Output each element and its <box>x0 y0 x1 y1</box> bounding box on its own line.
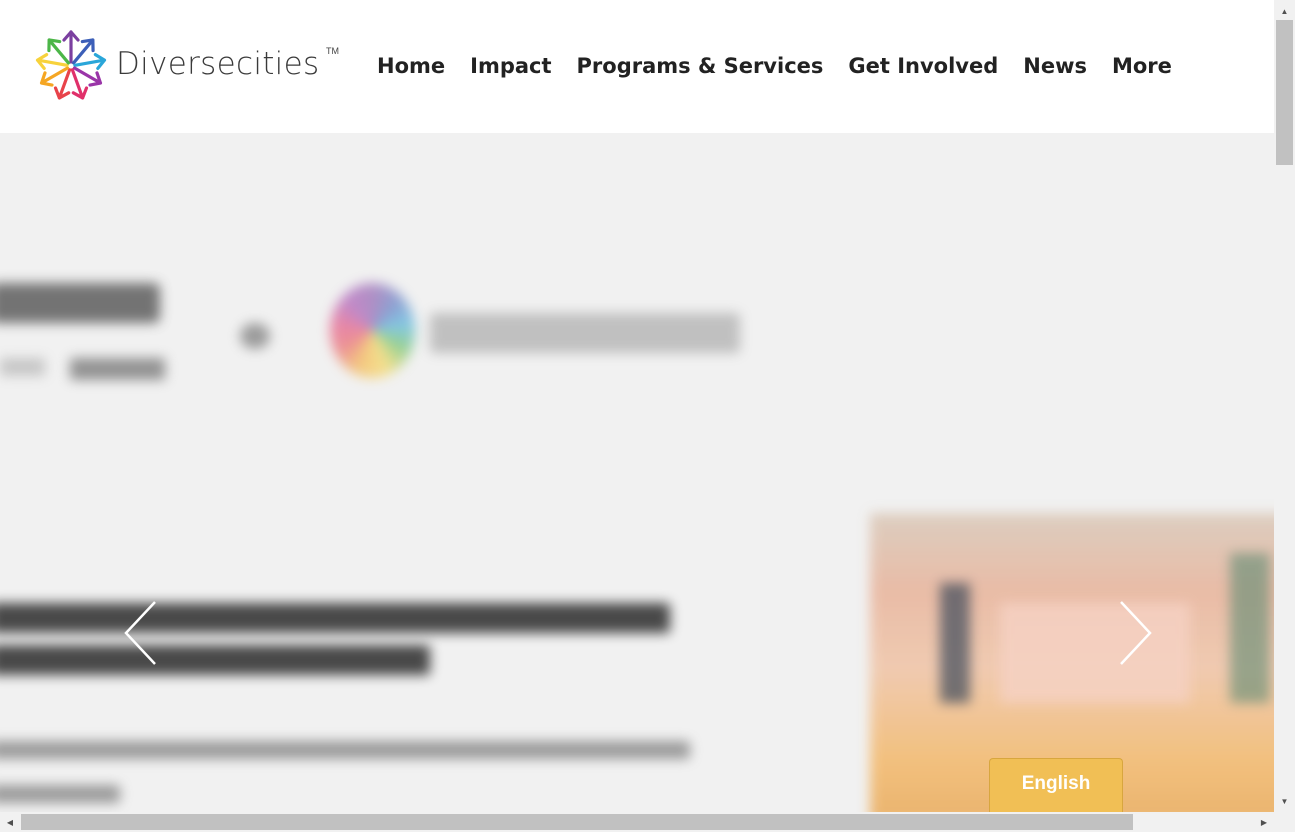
site-header: Diversecities TM Home Impact Programs & … <box>0 0 1274 133</box>
trademark-mark: TM <box>326 46 339 56</box>
logo-wordmark: Diversecities <box>116 46 320 82</box>
slider-next-button[interactable] <box>1114 598 1154 668</box>
hero-headline-blurred-1 <box>0 603 670 633</box>
slider-prev-button[interactable] <box>122 598 162 668</box>
hero-photo-detail2-blurred <box>1000 603 1190 703</box>
partner-logo-sub-blurred <box>70 358 165 380</box>
diversecities-logo-blurred <box>330 283 415 378</box>
scrollbar-corner <box>1274 812 1295 832</box>
vertical-scroll-thumb[interactable] <box>1276 20 1293 165</box>
chevron-right-icon <box>1120 601 1152 665</box>
vertical-scrollbar[interactable]: ▲ ▼ <box>1274 0 1295 812</box>
flower-logo-icon <box>35 30 107 100</box>
chevron-left-icon <box>124 601 156 665</box>
hero-body-blurred-2 <box>0 785 120 803</box>
cross-symbol-blurred <box>240 323 270 349</box>
scroll-down-arrow-icon[interactable]: ▼ <box>1274 792 1295 810</box>
hero-photo-detail3-blurred <box>1230 553 1270 703</box>
horizontal-scrollbar[interactable]: ◀ ▶ <box>0 812 1274 832</box>
hero-headline-blurred-2 <box>0 645 430 675</box>
hero-body-blurred-1 <box>0 741 690 759</box>
scroll-up-arrow-icon[interactable]: ▲ <box>1274 2 1295 20</box>
nav-item-programs-services[interactable]: Programs & Services <box>577 54 824 78</box>
nav-item-news[interactable]: News <box>1023 54 1087 78</box>
page-viewport: Diversecities TM Home Impact Programs & … <box>0 0 1274 812</box>
partner-logo-blurred <box>0 283 160 323</box>
site-logo[interactable]: Diversecities TM <box>30 26 350 106</box>
horizontal-scroll-thumb[interactable] <box>21 814 1133 830</box>
scroll-right-arrow-icon[interactable]: ▶ <box>1254 812 1274 832</box>
main-nav: Home Impact Programs & Services Get Invo… <box>377 54 1172 78</box>
nav-item-more[interactable]: More <box>1112 54 1172 78</box>
diversecities-wordmark-blurred <box>430 313 740 353</box>
scroll-left-arrow-icon[interactable]: ◀ <box>0 812 20 832</box>
nav-item-home[interactable]: Home <box>377 54 445 78</box>
language-selector-button[interactable]: English <box>989 758 1123 812</box>
partner-logo-small-blurred <box>0 358 45 376</box>
nav-item-impact[interactable]: Impact <box>470 54 551 78</box>
hero-photo-detail-blurred <box>940 583 970 703</box>
nav-item-get-involved[interactable]: Get Involved <box>848 54 998 78</box>
hero-slider <box>0 133 1274 812</box>
